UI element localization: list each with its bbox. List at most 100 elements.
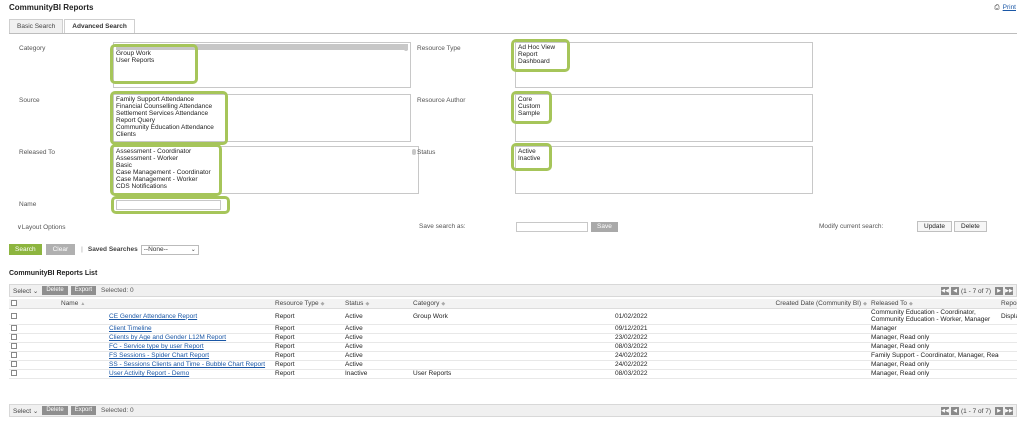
scrollbar[interactable]	[404, 45, 408, 51]
row-checkbox[interactable]	[11, 343, 17, 350]
next-page-icon[interactable]: ▶	[995, 287, 1003, 295]
first-page-icon[interactable]: ◀◀	[941, 287, 950, 295]
update-button[interactable]: Update	[917, 221, 952, 232]
status-listbox[interactable]: Active Inactive	[515, 146, 813, 194]
resource-type-cell: Report	[273, 333, 343, 343]
released-to-option[interactable]: Case Management - Coordinator	[116, 169, 416, 176]
status-option[interactable]: Active	[518, 148, 810, 155]
row-checkbox[interactable]	[11, 325, 17, 332]
released-to-option[interactable]: Assessment - Coordinator	[116, 148, 416, 155]
print-link[interactable]: ⎙ Print	[994, 4, 1016, 12]
row-checkbox[interactable]	[11, 370, 17, 377]
released-to-option[interactable]: Basic	[116, 162, 416, 169]
select-all-checkbox[interactable]	[11, 300, 17, 307]
last-page-icon[interactable]: ▶▶	[1005, 287, 1013, 295]
released-to-cell: Manager, Read only	[869, 360, 1000, 370]
resource-author-option[interactable]: Sample	[518, 110, 810, 117]
list-toolbar-top: Select ⌄ Delete Export Selected: 0 ◀◀ ◀ …	[9, 284, 1017, 297]
report-name-link[interactable]: CE Gender Attendance Report	[109, 313, 197, 320]
resource-type-option[interactable]: Ad Hoc View	[518, 44, 810, 51]
report-name-link[interactable]: SS - Sessions Clients and Time - Bubble …	[109, 361, 265, 368]
released-to-option[interactable]: CDS Notifications	[116, 183, 416, 190]
row-checkbox[interactable]	[11, 312, 17, 319]
created-date-cell: 24/02/2022	[547, 360, 870, 370]
row-checkbox[interactable]	[11, 334, 17, 341]
tab-basic-search[interactable]: Basic Search	[9, 19, 64, 33]
category-option[interactable]: Group Work	[116, 50, 408, 57]
prev-page-icon[interactable]: ◀	[951, 407, 960, 415]
column-header-created-date[interactable]: Created Date (Community BI) ◆	[547, 299, 870, 309]
report-purpose-cell: Display Gender Attendance Report for CE …	[999, 308, 1018, 325]
resource-author-option[interactable]: Core	[518, 96, 810, 103]
export-button[interactable]: Export	[70, 406, 97, 415]
source-option[interactable]: Report Query	[116, 117, 408, 124]
column-header-name[interactable]: Name ▲	[59, 299, 273, 309]
resource-author-option[interactable]: Custom	[518, 103, 810, 110]
report-name-link[interactable]: Client Timeline	[109, 325, 152, 332]
category-listbox[interactable]: Group Work User Reports	[113, 42, 411, 88]
created-date-cell: 23/02/2022	[547, 333, 870, 343]
list-toolbar-bottom: Select ⌄ Delete Export Selected: 0 ◀◀ ◀ …	[9, 404, 1017, 417]
last-page-icon[interactable]: ▶▶	[1005, 407, 1013, 415]
report-name-link[interactable]: User Activity Report - Demo	[109, 370, 189, 377]
scrollbar[interactable]	[412, 149, 416, 155]
name-input[interactable]	[116, 200, 221, 210]
delete-button[interactable]: Delete	[42, 286, 68, 295]
source-option[interactable]: Settlement Services Attendance	[116, 110, 408, 117]
table-row: Client Timeline Report Active 09/12/2021…	[9, 324, 1018, 334]
printer-icon: ⎙	[994, 4, 1000, 11]
selected-count: Selected: 0	[101, 287, 134, 294]
save-search-button[interactable]: Save	[591, 222, 618, 232]
source-option[interactable]: Family Support Attendance	[116, 96, 408, 103]
column-header-released-to[interactable]: Released To ◆	[869, 299, 1000, 309]
column-header-resource-type[interactable]: Resource Type ◆	[273, 299, 343, 309]
select-menu[interactable]: Select ⌄	[13, 407, 38, 415]
category-option[interactable]: User Reports	[116, 57, 408, 64]
report-purpose-cell	[999, 351, 1018, 361]
sort-icon: ◆	[863, 300, 868, 307]
resource-type-cell: Report	[273, 360, 343, 370]
report-name-link[interactable]: FC - Service type by user Report	[109, 343, 204, 350]
layout-options-toggle[interactable]: ∨Layout Options	[17, 223, 66, 231]
released-to-cell: Manager, Read only	[869, 333, 1000, 343]
resource-author-label: Resource Author	[417, 97, 466, 104]
released-to-option[interactable]: Case Management - Worker	[116, 176, 416, 183]
source-listbox[interactable]: Family Support Attendance Financial Coun…	[113, 94, 411, 142]
released-to-option[interactable]: Assessment - Worker	[116, 155, 416, 162]
next-page-icon[interactable]: ▶	[995, 407, 1003, 415]
select-menu[interactable]: Select ⌄	[13, 287, 38, 295]
status-option[interactable]: Inactive	[518, 155, 810, 162]
separator: |	[81, 246, 83, 253]
search-button[interactable]: Search	[9, 244, 42, 255]
released-to-listbox[interactable]: Assessment - Coordinator Assessment - Wo…	[113, 146, 419, 194]
column-header-status[interactable]: Status ◆	[343, 299, 411, 309]
resource-type-option[interactable]: Report	[518, 51, 810, 58]
save-search-input[interactable]	[516, 222, 588, 232]
column-header-category[interactable]: Category ◆	[411, 299, 547, 309]
column-header-report-purpose[interactable]: Report Purpose	[999, 299, 1018, 309]
row-checkbox[interactable]	[11, 361, 17, 368]
delete-search-button[interactable]: Delete	[954, 221, 987, 232]
resource-author-listbox[interactable]: Core Custom Sample	[515, 94, 813, 142]
released-to-cell: Family Support - Coordinator, Manager, R…	[869, 351, 1000, 361]
report-name-link[interactable]: Clients by Age and Gender L12M Report	[109, 334, 226, 341]
report-purpose-cell	[999, 342, 1018, 352]
select-label: Select	[13, 287, 32, 295]
status-cell: Active	[343, 342, 411, 352]
export-button[interactable]: Export	[70, 286, 97, 295]
resource-type-listbox[interactable]: Ad Hoc View Report Dashboard	[515, 42, 813, 88]
saved-searches-select[interactable]: --None-- ⌄	[140, 244, 199, 255]
report-name-link[interactable]: FS Sessions - Spider Chart Report	[109, 352, 209, 359]
source-option[interactable]: Clients	[116, 131, 408, 138]
source-option[interactable]: Community Education Attendance	[116, 124, 408, 131]
source-option[interactable]: Financial Counselling Attendance	[116, 103, 408, 110]
row-checkbox[interactable]	[11, 352, 17, 359]
saved-searches-value: --None--	[143, 246, 168, 253]
prev-page-icon[interactable]: ◀	[951, 287, 960, 295]
first-page-icon[interactable]: ◀◀	[941, 407, 950, 415]
resource-type-option[interactable]: Dashboard	[518, 58, 810, 65]
delete-button[interactable]: Delete	[42, 406, 68, 415]
clear-button[interactable]: Clear	[45, 244, 76, 255]
table-row: CE Gender Attendance Report Report Activ…	[9, 308, 1018, 325]
tab-advanced-search[interactable]: Advanced Search	[64, 19, 135, 34]
